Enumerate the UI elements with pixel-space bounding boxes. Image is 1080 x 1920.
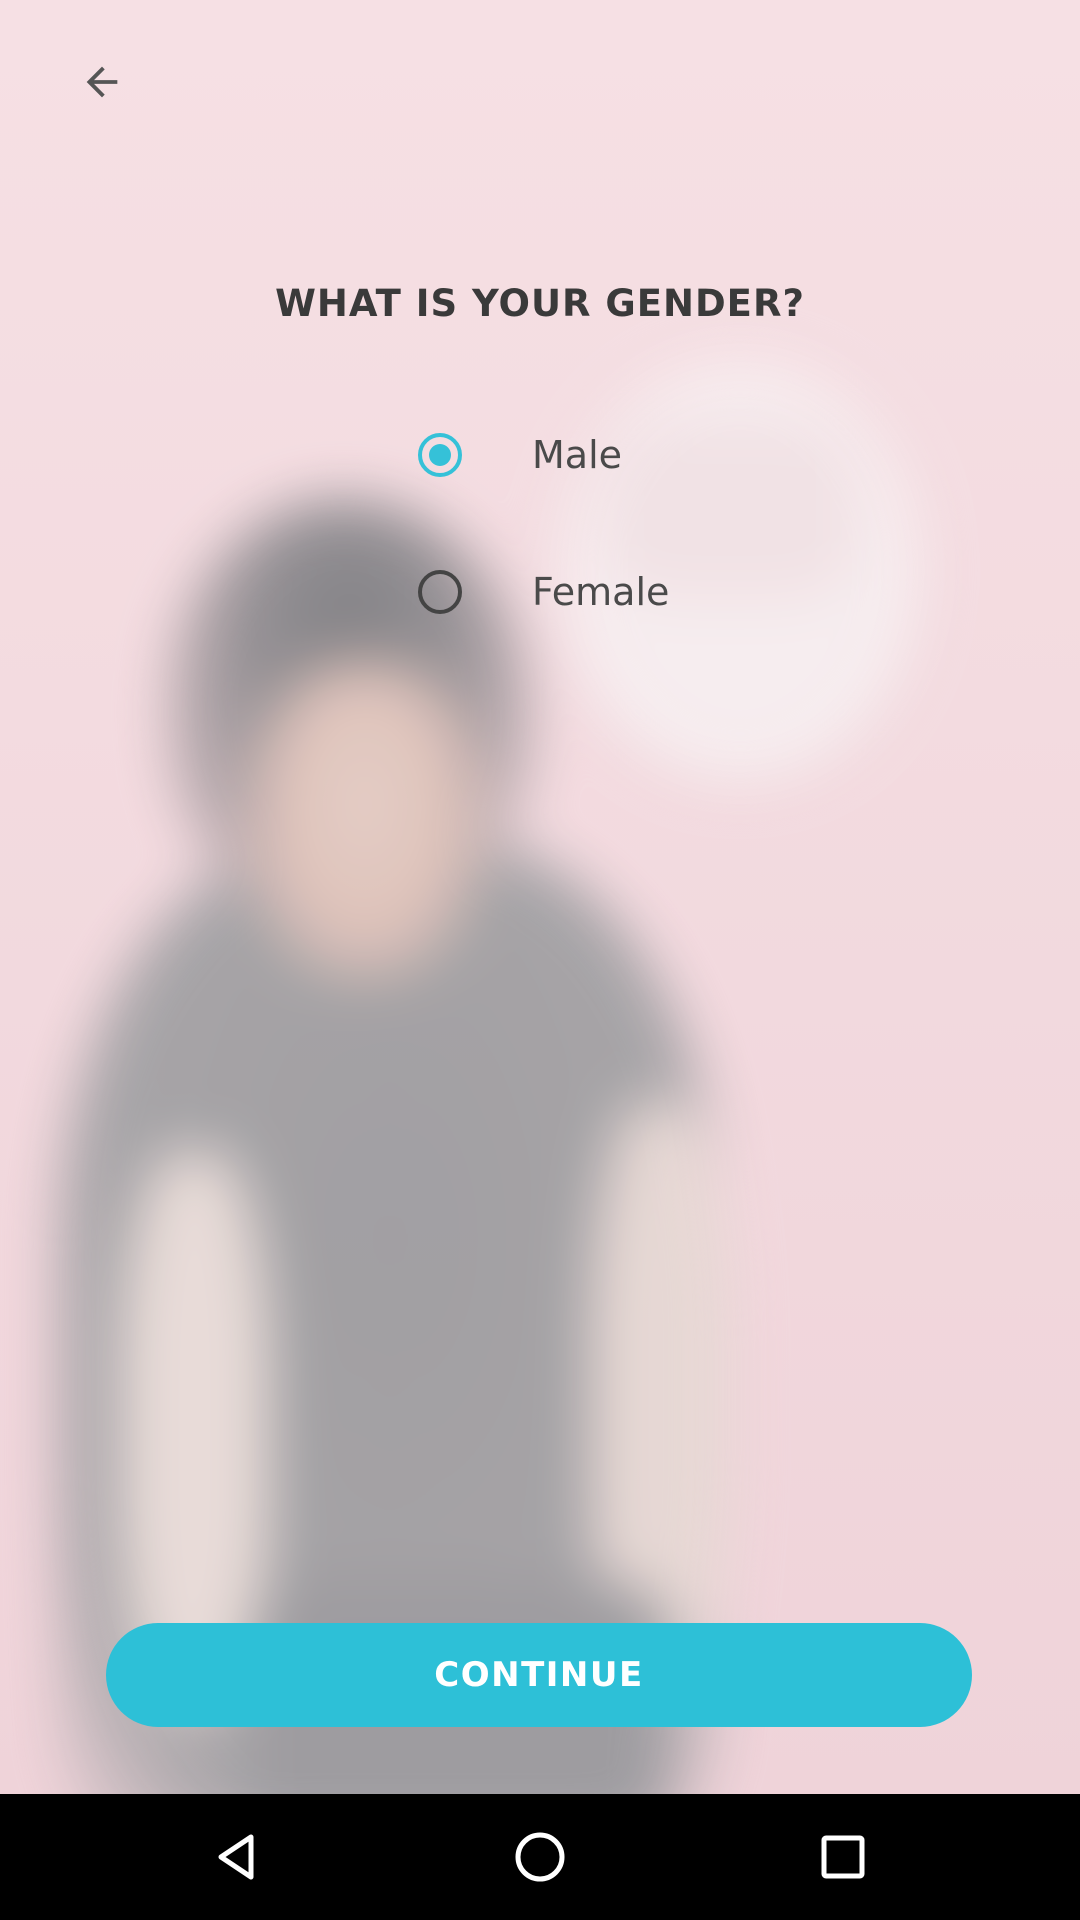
- continue-button[interactable]: CONTINUE: [106, 1623, 972, 1727]
- page-title: WHAT IS YOUR GENDER?: [275, 282, 805, 325]
- system-home-button[interactable]: [500, 1819, 580, 1895]
- continue-button-label: CONTINUE: [434, 1655, 644, 1695]
- gender-option-label: Male: [532, 433, 623, 477]
- triangle-back-icon: [218, 1834, 254, 1880]
- gender-option-female[interactable]: Female: [418, 562, 669, 622]
- system-back-button[interactable]: [197, 1819, 277, 1895]
- arrow-left-icon: [86, 66, 118, 98]
- back-button[interactable]: [72, 52, 132, 112]
- radio-button-male[interactable]: [418, 433, 462, 477]
- system-recents-button[interactable]: [803, 1819, 883, 1895]
- screen: WHAT IS YOUR GENDER? Male Female CONTINU…: [0, 0, 1080, 1794]
- circle-home-icon: [515, 1832, 565, 1882]
- background-illustration: [0, 0, 1080, 1794]
- radio-button-female[interactable]: [418, 570, 462, 614]
- gender-option-label: Female: [532, 570, 670, 614]
- square-recents-icon: [821, 1835, 865, 1879]
- gender-option-male[interactable]: Male: [418, 425, 622, 485]
- system-navigation-bar: [0, 1794, 1080, 1920]
